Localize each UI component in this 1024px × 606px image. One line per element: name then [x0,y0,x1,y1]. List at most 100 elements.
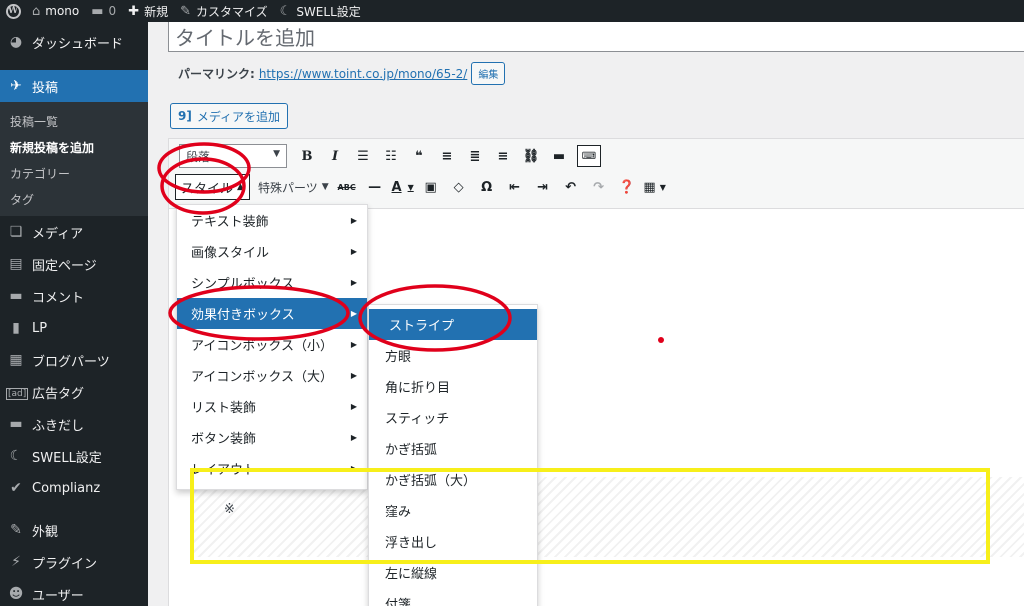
sidebar-item-complianz[interactable]: ✔ Complianz [0,472,148,504]
undo-icon[interactable]: ↶ [557,175,585,199]
menu-item-icon-box-small[interactable]: アイコンボックス（小） ▶ [177,329,367,360]
strikethrough-icon[interactable]: ABC [333,175,361,199]
paste-text-icon[interactable]: ▣ [417,175,445,199]
submenu-item-brackets-large[interactable]: かぎ括弧（大） [369,464,537,495]
numbered-list-icon[interactable]: ☷ [377,144,405,168]
submenu-categories[interactable]: カテゴリー [0,160,148,186]
sidebar-item-posts[interactable]: ✈ 投稿 [0,70,148,102]
menu-item-effect-box[interactable]: 効果付きボックス ▶ [177,298,367,329]
align-right-icon[interactable]: ≡ [489,144,517,168]
note-mark: ※ [224,502,235,517]
italic-icon[interactable]: I [321,144,349,168]
sidebar-item-comments[interactable]: ▬ コメント [0,280,148,312]
swell-settings-link[interactable]: ☾ SWELL設定 [274,0,367,22]
menu-item-text-decoration[interactable]: テキスト装飾 ▶ [177,205,367,236]
submenu-item-stitch[interactable]: スティッチ [369,402,537,433]
dashboard-icon: ◕ [9,34,23,50]
admin-bar: W ⌂ mono ▬ 0 ✚ 新規 ✎ カスタマイズ ☾ SWELL設定 [0,0,1024,22]
chevron-right-icon: ▶ [350,433,357,442]
check-icon: ✔ [10,480,22,496]
table-icon[interactable]: ▦ ▼ [641,175,669,199]
comments-link[interactable]: ▬ 0 [85,0,122,22]
sidebar-item-media[interactable]: ❏ メディア [0,216,148,248]
sidebar-item-appearance[interactable]: ✎ 外観 [0,514,148,546]
format-select[interactable]: 段落 ▼ [179,144,287,168]
sidebar-item-pages[interactable]: ▤ 固定ページ [0,248,148,280]
wordpress-logo-icon[interactable]: W [0,0,26,22]
submenu-item-brackets[interactable]: かぎ括弧 [369,433,537,464]
help-icon[interactable]: ❓ [613,175,641,199]
submenu-item-grid[interactable]: 方眼 [369,340,537,371]
menu-item-layout[interactable]: レイアウト ▶ [177,453,367,484]
chevron-right-icon: ▶ [350,464,357,473]
sidebar-item-lp[interactable]: ▮ LP [0,312,148,344]
submenu-item-corner-fold[interactable]: 角に折り目 [369,371,537,402]
chevron-down-icon: ▼ [321,182,329,192]
submenu-tags[interactable]: タグ [0,186,148,212]
sidebar-item-ad-tags[interactable]: [ad] 広告タグ [0,376,148,408]
admin-sidebar: ◕ ダッシュボード ✈ 投稿 投稿一覧 新規投稿を追加 カテゴリー タグ ❏ メディア… [0,22,148,606]
title-input[interactable]: タイトルを追加 [168,22,1024,52]
style-dropdown-button[interactable]: スタイル ▲ [175,174,250,200]
menu-item-image-style[interactable]: 画像スタイル ▶ [177,236,367,267]
speech-icon: ▬ [9,416,23,432]
permalink-url-link[interactable]: https://www.toint.co.jp/mono/65-2/ [259,67,468,81]
link-icon[interactable]: ⛓ [517,144,545,168]
read-more-icon[interactable]: ▬ [545,144,573,168]
horizontal-line-icon[interactable]: — [361,175,389,199]
submenu-item-sticky-note[interactable]: 付箋 [369,588,537,606]
blockquote-icon[interactable]: ❝ [405,144,433,168]
caret-up-icon: ▲ [237,182,244,192]
bold-icon[interactable]: B [293,144,321,168]
comment-icon: ▬ [9,288,23,304]
plus-icon: ✚ [128,3,140,19]
submenu-item-left-border[interactable]: 左に縦線 [369,557,537,588]
sidebar-item-users[interactable]: ☻ ユーザー [0,578,148,606]
sidebar-item-dashboard[interactable]: ◕ ダッシュボード [0,26,148,58]
grid-icon: ▦ [9,352,23,368]
submenu-all-posts[interactable]: 投稿一覧 [0,108,148,134]
page-icon: ▤ [9,256,23,272]
customize-link[interactable]: ✎ カスタマイズ [174,0,274,22]
ad-icon: [ad] [6,388,29,400]
permalink-edit-button[interactable]: 編集 [471,62,506,85]
menu-item-list-decoration[interactable]: リスト装飾 ▶ [177,391,367,422]
sidebar-item-speech-bubbles[interactable]: ▬ ふきだし [0,408,148,440]
text-color-icon[interactable]: A ▼ [389,175,417,199]
indent-icon[interactable]: ⇥ [529,175,557,199]
media-icon: 9] [178,109,192,123]
sidebar-item-blog-parts[interactable]: ▦ ブログパーツ [0,344,148,376]
editor-toolbar: 段落 ▼ B I ☰ ☷ ❝ ≡ ≣ ≡ ⛓ ▬ ⌨ スタイル ▲ 特殊パーツ ▼ A… [169,139,1024,209]
menu-item-button-decoration[interactable]: ボタン装飾 ▶ [177,422,367,453]
toolbar-toggle-icon[interactable]: ⌨ [577,145,601,167]
chevron-right-icon: ▶ [350,340,357,349]
site-name-link[interactable]: ⌂ mono [26,0,85,22]
submenu-add-new-post[interactable]: 新規投稿を追加 [0,134,148,160]
comment-icon: ▬ [91,3,104,19]
menu-item-simple-box[interactable]: シンプルボックス ▶ [177,267,367,298]
special-char-icon[interactable]: Ω [473,175,501,199]
chevron-right-icon: ▶ [350,402,357,411]
permalink-label: パーマリンク: [178,67,255,81]
sidebar-item-swell-settings[interactable]: ☾ SWELL設定 [0,440,148,472]
plugin-icon: ⚡ [11,554,21,570]
submenu-item-inset[interactable]: 窪み [369,495,537,526]
new-content-link[interactable]: ✚ 新規 [122,0,174,22]
add-media-button[interactable]: 9] メディアを追加 [170,103,289,129]
sidebar-item-plugins[interactable]: ⚡ プラグイン [0,546,148,578]
bullet-list-icon[interactable]: ☰ [349,144,377,168]
clear-format-icon[interactable]: ◇ [445,175,473,199]
media-icon: ❏ [9,224,23,240]
posts-submenu: 投稿一覧 新規投稿を追加 カテゴリー タグ [0,102,148,216]
align-left-icon[interactable]: ≡ [433,144,461,168]
outdent-icon[interactable]: ⇤ [501,175,529,199]
swell-icon: ☾ [279,3,292,19]
chevron-right-icon: ▶ [350,247,357,256]
submenu-item-stripe[interactable]: ストライプ [369,309,537,340]
menu-item-icon-box-large[interactable]: アイコンボックス（大） ▶ [177,360,367,391]
chevron-right-icon: ▶ [350,278,357,287]
redo-icon[interactable]: ↷ [585,175,613,199]
align-center-icon[interactable]: ≣ [461,144,489,168]
special-parts-dropdown[interactable]: 特殊パーツ ▼ [258,179,329,196]
submenu-item-emboss[interactable]: 浮き出し [369,526,537,557]
